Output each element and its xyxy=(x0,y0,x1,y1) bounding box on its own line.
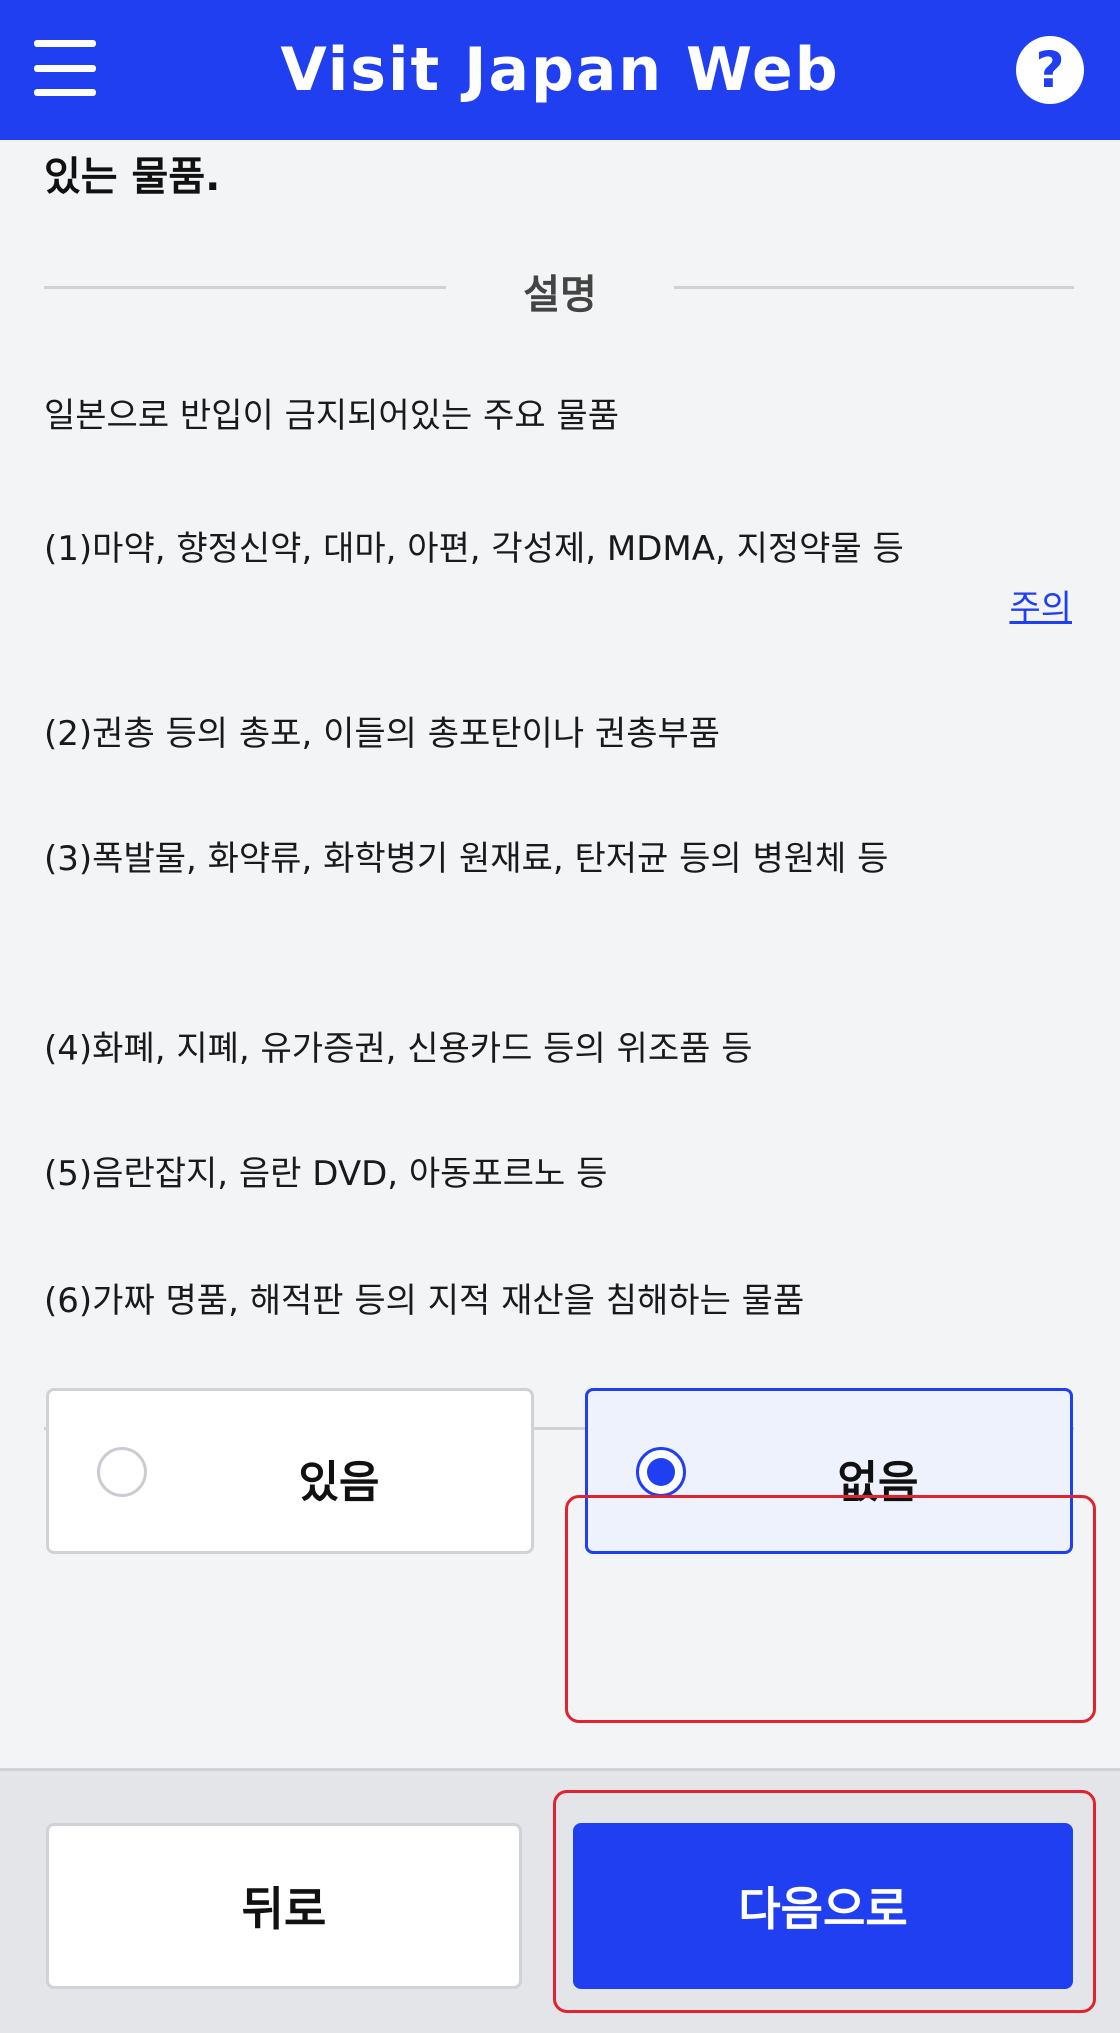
choice-yes-option[interactable]: 있음 xyxy=(46,1388,534,1554)
highlight-box-no-choice xyxy=(565,1495,1096,1723)
section-divider: 설명 xyxy=(44,262,1074,318)
caution-link[interactable]: 주의 xyxy=(1009,580,1072,629)
prohibited-item: (3)폭발물, 화약류, 화학병기 원재료, 탄저균 등의 병원체 등 xyxy=(44,839,889,879)
section-title: 설명 xyxy=(523,272,597,318)
menu-bar xyxy=(34,64,96,72)
prohibited-item: (4)화폐, 지폐, 유가증권, 신용카드 등의 위조품 등 xyxy=(44,1029,753,1069)
divider-line-left xyxy=(44,286,446,289)
help-icon[interactable]: ? xyxy=(1016,36,1084,104)
menu-bar xyxy=(34,40,96,47)
prohibited-item: (2)권총 등의 총포, 이들의 총포탄이나 권총부품 xyxy=(44,714,721,754)
app-header: Visit Japan Web ? xyxy=(0,0,1120,140)
app-root: Visit Japan Web ? 있는 물품. 설명 일본으로 반입이 금지되… xyxy=(0,0,1120,2033)
menu-bar xyxy=(34,89,96,96)
hamburger-menu-icon[interactable] xyxy=(34,40,96,96)
prohibited-item: (6)가짜 명품, 해적판 등의 지적 재산을 침해하는 물품 xyxy=(44,1281,805,1321)
back-button[interactable]: 뒤로 xyxy=(46,1823,522,1989)
app-title: Visit Japan Web xyxy=(280,35,840,105)
radio-checked-icon[interactable] xyxy=(636,1447,686,1497)
radio-unchecked-icon[interactable] xyxy=(97,1447,147,1497)
highlight-box-next-button xyxy=(553,1790,1096,2013)
question-heading: 있는 물품. xyxy=(44,154,221,200)
prohibited-item: (5)음란잡지, 음란 DVD, 아동포르노 등 xyxy=(44,1154,608,1194)
prohibited-item: (1)마약, 향정신약, 대마, 아편, 각성제, MDMA, 지정약물 등 xyxy=(44,529,904,569)
divider-line-right xyxy=(674,286,1074,289)
choice-yes-label: 있음 xyxy=(298,1457,380,1508)
description-intro: 일본으로 반입이 금지되어있는 주요 물품 xyxy=(44,396,619,436)
